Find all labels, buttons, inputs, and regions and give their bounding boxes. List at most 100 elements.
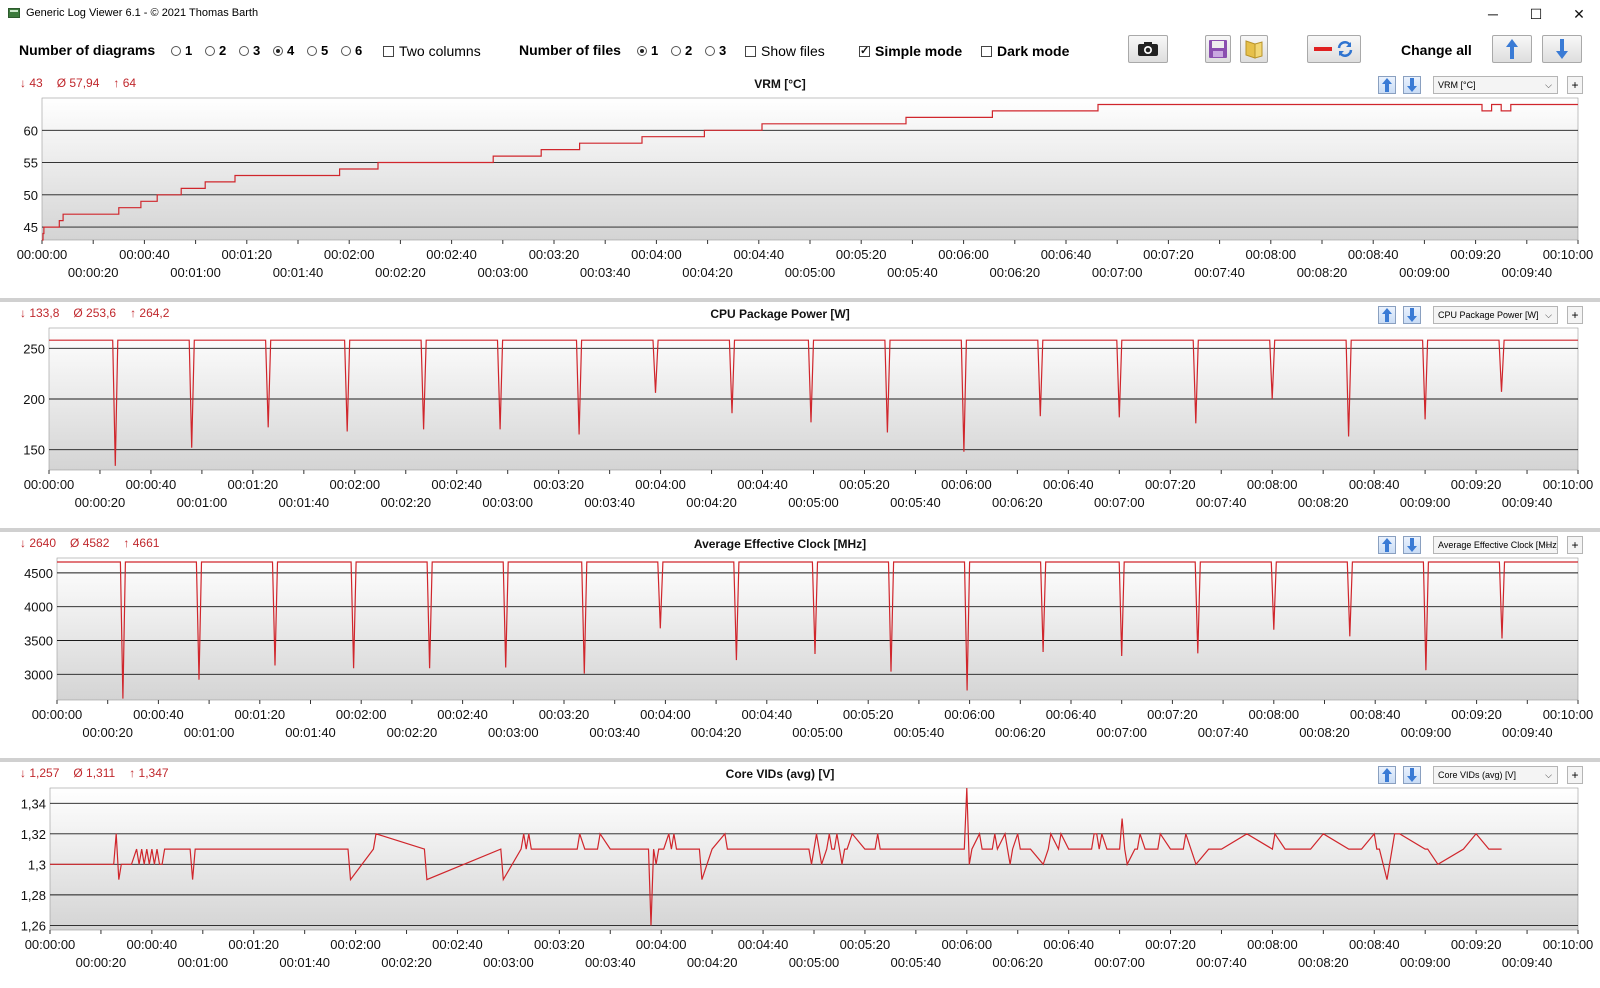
- files-radio-dot[interactable]: [671, 45, 681, 56]
- x-tick-label: 00:00:40: [119, 247, 170, 262]
- close-button[interactable]: ✕: [1556, 0, 1600, 28]
- x-tick-label: 00:07:20: [1147, 707, 1198, 722]
- x-tick-label: 00:02:40: [437, 707, 488, 722]
- diagrams-radio-1[interactable]: 1: [171, 43, 192, 58]
- two-columns-checkbox[interactable]: Two columns: [383, 43, 481, 59]
- diagrams-radio-5[interactable]: 5: [307, 43, 328, 58]
- dark-mode-label: Dark mode: [997, 43, 1070, 59]
- x-tick-label: 00:03:40: [589, 725, 640, 740]
- save-button[interactable]: [1205, 35, 1231, 63]
- x-tick-label: 00:05:00: [788, 495, 839, 510]
- dark-mode-checkbox[interactable]: Dark mode: [981, 43, 1069, 59]
- show-files-label: Show files: [761, 43, 825, 59]
- show-files-box[interactable]: [745, 45, 756, 57]
- diagrams-radio-6[interactable]: 6: [341, 43, 362, 58]
- x-tick-label: 00:04:20: [686, 495, 737, 510]
- remove-refresh-button[interactable]: [1307, 35, 1361, 63]
- files-radio-3[interactable]: 3: [705, 43, 726, 58]
- diagram-panel: ↓ 1,257 Ø 1,311 ↑ 1,347 Core VIDs (avg) [V]…: [0, 762, 1600, 986]
- diagrams-radio-dot[interactable]: [307, 45, 317, 56]
- two-columns-box[interactable]: [383, 45, 394, 57]
- x-tick-label: 00:05:20: [836, 247, 887, 262]
- x-tick-label: 00:01:20: [228, 477, 279, 492]
- x-tick-label: 00:09:00: [1399, 265, 1450, 280]
- window-title: Generic Log Viewer 6.1 - © 2021 Thomas B…: [26, 7, 259, 19]
- diagrams-radio-dot[interactable]: [205, 45, 215, 56]
- x-tick-label: 00:01:40: [279, 495, 330, 510]
- x-tick-label: 00:06:00: [944, 707, 995, 722]
- diagrams-radio-dot[interactable]: [273, 45, 283, 56]
- x-tick-label: 00:06:40: [1046, 707, 1097, 722]
- diagrams-radio-label: 6: [355, 43, 363, 58]
- camera-icon: [1138, 42, 1158, 56]
- diagrams-radio-4[interactable]: 4: [273, 43, 294, 58]
- x-tick-label: 00:05:40: [894, 725, 945, 740]
- x-tick-label: 00:09:40: [1502, 955, 1553, 970]
- dark-mode-box[interactable]: [981, 45, 992, 57]
- files-radio-dot[interactable]: [637, 45, 647, 56]
- y-tick-label: 150: [23, 443, 45, 458]
- simple-mode-checkbox[interactable]: Simple mode: [859, 43, 962, 59]
- change-all-up-button[interactable]: [1492, 35, 1532, 63]
- x-tick-label: 00:04:00: [635, 477, 686, 492]
- x-tick-label: 00:09:40: [1502, 495, 1553, 510]
- x-tick-label: 00:03:20: [533, 477, 584, 492]
- y-tick-label: 4500: [24, 566, 53, 581]
- x-tick-label: 00:05:00: [785, 265, 836, 280]
- x-tick-label: 00:08:20: [1299, 725, 1350, 740]
- plot-area: [49, 787, 1579, 931]
- diagrams-radio-dot[interactable]: [341, 45, 351, 56]
- x-tick-label: 00:00:20: [68, 265, 119, 280]
- x-tick-label: 00:07:20: [1143, 247, 1194, 262]
- x-tick-label: 00:09:20: [1451, 937, 1502, 952]
- files-radio-2[interactable]: 2: [671, 43, 692, 58]
- x-tick-label: 00:03:40: [580, 265, 631, 280]
- diagrams-radio-dot[interactable]: [239, 45, 249, 56]
- x-tick-label: 00:03:40: [584, 495, 635, 510]
- x-tick-label: 00:00:00: [32, 707, 83, 722]
- minimize-button[interactable]: ─: [1470, 0, 1516, 28]
- files-label: Number of files: [519, 42, 621, 58]
- x-tick-label: 00:03:20: [529, 247, 580, 262]
- x-tick-label: 00:06:00: [941, 477, 992, 492]
- x-tick-label: 00:02:20: [375, 265, 426, 280]
- x-tick-label: 00:04:40: [741, 707, 792, 722]
- x-tick-label: 00:08:40: [1350, 707, 1401, 722]
- maximize-button[interactable]: ☐: [1513, 0, 1559, 28]
- screenshot-button[interactable]: [1128, 35, 1168, 63]
- x-tick-label: 00:03:20: [534, 937, 585, 952]
- chart-svg: 3000 3500 4000 4500 00:00:00 00:00:40 00:01:20…: [24, 557, 1593, 740]
- x-tick-label: 00:07:00: [1096, 725, 1147, 740]
- diagrams-radio-2[interactable]: 2: [205, 43, 226, 58]
- plot-area: [41, 97, 1579, 241]
- x-tick-label: 00:06:20: [992, 495, 1043, 510]
- y-tick-label: 1,28: [21, 888, 46, 903]
- x-tick-label: 00:03:00: [477, 265, 528, 280]
- files-radio-label: 1: [651, 43, 659, 58]
- change-all-down-button[interactable]: [1542, 35, 1582, 63]
- diagrams-radio-label: 4: [287, 43, 295, 58]
- simple-mode-box[interactable]: [859, 44, 870, 57]
- show-files-checkbox[interactable]: Show files: [745, 43, 825, 59]
- x-tick-label: 00:09:20: [1450, 247, 1501, 262]
- x-tick-label: 00:07:40: [1196, 495, 1247, 510]
- x-tick-label: 00:03:00: [482, 495, 533, 510]
- x-tick-label: 00:05:40: [891, 955, 942, 970]
- x-tick-label: 00:01:00: [184, 725, 235, 740]
- x-tick-label: 00:00:00: [24, 477, 75, 492]
- x-tick-label: 00:01:40: [273, 265, 324, 280]
- x-tick-label: 00:03:00: [488, 725, 539, 740]
- diagrams-radio-3[interactable]: 3: [239, 43, 260, 58]
- y-tick-label: 1,32: [21, 827, 46, 842]
- two-columns-label: Two columns: [399, 43, 481, 59]
- x-tick-label: 00:04:40: [738, 937, 789, 952]
- x-tick-label: 00:00:20: [76, 955, 127, 970]
- files-radio-dot[interactable]: [705, 45, 715, 56]
- x-tick-label: 00:02:20: [387, 725, 438, 740]
- diagrams-radio-dot[interactable]: [171, 45, 181, 56]
- diagrams-radio-label: 5: [321, 43, 329, 58]
- toolbar: Number of diagrams 1 2 3 4 5 6 Two columns Nu…: [0, 28, 1600, 72]
- x-tick-label: 00:05:40: [890, 495, 941, 510]
- files-radio-1[interactable]: 1: [637, 43, 658, 58]
- open-folder-button[interactable]: [1240, 35, 1268, 63]
